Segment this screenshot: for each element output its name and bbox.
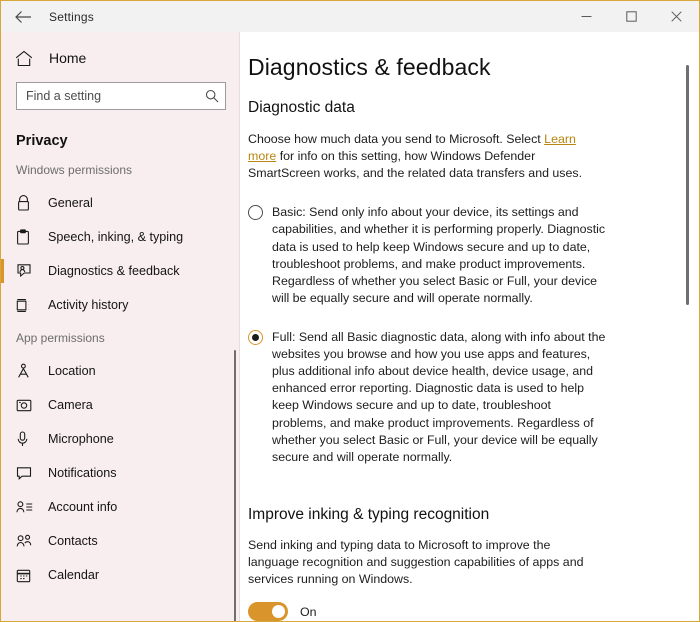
window-title: Settings: [49, 9, 94, 24]
sidebar-item-activity-history[interactable]: Activity history: [1, 288, 240, 322]
home-icon: [15, 50, 43, 67]
sidebar-item-label: Speech, inking, & typing: [48, 230, 184, 244]
sidebar-item-label: Activity history: [48, 298, 129, 312]
sidebar-item-contacts[interactable]: Contacts: [1, 524, 240, 558]
sidebar-item-account-info[interactable]: Account info: [1, 490, 240, 524]
sidebar-group-label-app-permissions: App permissions: [16, 331, 105, 345]
search-box[interactable]: [16, 82, 226, 110]
microphone-icon: [16, 431, 42, 447]
inking-description: Send inking and typing data to Microsoft…: [248, 537, 584, 587]
inking-toggle-state: On: [300, 604, 317, 619]
sidebar-item-calendar[interactable]: Calendar: [1, 558, 240, 592]
main-content: Diagnostics & feedback Diagnostic data C…: [240, 32, 699, 621]
window-body: Home Privacy Windows permissions: [1, 32, 699, 621]
radio-full-indicator[interactable]: [248, 329, 263, 345]
sidebar-item-label: General: [48, 196, 93, 210]
sidebar-item-label: Camera: [48, 398, 93, 412]
notification-icon: [16, 466, 42, 481]
search-icon[interactable]: [199, 89, 225, 103]
radio-option-basic[interactable]: Basic: Send only info about your device,…: [248, 204, 608, 307]
sidebar-item-label: Location: [48, 364, 96, 378]
diagnostic-data-section: Diagnostic data Choose how much data you…: [248, 99, 669, 466]
sidebar-group-label-windows-permissions: Windows permissions: [16, 163, 133, 177]
location-icon: [16, 363, 42, 379]
sidebar-item-label: Contacts: [48, 534, 98, 548]
sidebar-item-label: Calendar: [48, 568, 100, 582]
sidebar-item-label: Microphone: [48, 432, 114, 446]
inking-heading: Improve inking & typing recognition: [248, 505, 490, 523]
sidebar-item-general[interactable]: General: [1, 186, 240, 220]
sidebar-scrollbar[interactable]: [234, 350, 236, 621]
inking-toggle[interactable]: [248, 602, 288, 621]
camera-icon: [16, 398, 42, 412]
radio-option-full[interactable]: Full: Send all Basic diagnostic data, al…: [248, 329, 608, 466]
intro-text-before-link: Choose how much data you send to Microso…: [248, 132, 541, 146]
settings-window: Settings Home Find a setting Privacy Win…: [0, 0, 700, 622]
sidebar-item-label: Account info: [48, 500, 118, 514]
sidebar-home-label: Home: [49, 50, 87, 66]
diagnostic-data-heading: Diagnostic data: [248, 99, 355, 116]
maximize-button[interactable]: [609, 1, 654, 32]
main-scrollbar-thumb[interactable]: [686, 65, 689, 305]
toggle-knob: [272, 605, 285, 619]
inking-toggle-row[interactable]: On: [248, 602, 669, 621]
feedback-icon: [16, 263, 42, 279]
radio-full-label: Full: Send all Basic diagnostic data, al…: [272, 329, 606, 464]
history-icon: [16, 298, 42, 313]
sidebar-item-label: Notifications: [48, 466, 117, 480]
minimize-button[interactable]: [564, 1, 609, 32]
intro-text-after-link: for info on this setting, how Windows De…: [248, 149, 583, 181]
calendar-icon: [16, 568, 42, 583]
sidebar-item-notifications[interactable]: Notifications: [1, 456, 240, 490]
close-button[interactable]: [654, 1, 699, 32]
sidebar: Home Privacy Windows permissions: [1, 32, 240, 621]
back-button[interactable]: [1, 1, 45, 32]
sidebar-item-label: Diagnostics & feedback: [48, 264, 180, 278]
sidebar-section-title: Privacy: [16, 133, 68, 149]
inking-section: Improve inking & typing recognition Send…: [248, 506, 669, 621]
diagnostic-data-intro: Choose how much data you send to Microso…: [248, 131, 593, 182]
page-title: Diagnostics & feedback: [248, 54, 491, 80]
sidebar-item-location[interactable]: Location: [1, 354, 240, 388]
sidebar-item-speech-inking-typing[interactable]: Speech, inking, & typing: [1, 220, 240, 254]
sidebar-item-camera[interactable]: Camera: [1, 388, 240, 422]
contacts-icon: [16, 534, 42, 548]
lock-icon: [16, 195, 42, 211]
clipboard-icon: [16, 229, 42, 245]
search-input[interactable]: [17, 83, 199, 109]
radio-basic-indicator[interactable]: [248, 205, 263, 221]
account-info-icon: [16, 500, 42, 514]
main-inner: Diagnostics & feedback Diagnostic data C…: [240, 32, 699, 621]
sidebar-item-microphone[interactable]: Microphone: [1, 422, 240, 456]
radio-basic-label: Basic: Send only info about your device,…: [272, 205, 606, 305]
sidebar-item-home[interactable]: Home: [1, 40, 240, 76]
sidebar-item-diagnostics-feedback[interactable]: Diagnostics & feedback: [1, 254, 240, 288]
main-scrollbar-track[interactable]: [686, 32, 694, 621]
title-bar: Settings: [1, 1, 699, 32]
sidebar-content: Home Privacy Windows permissions: [1, 32, 240, 592]
